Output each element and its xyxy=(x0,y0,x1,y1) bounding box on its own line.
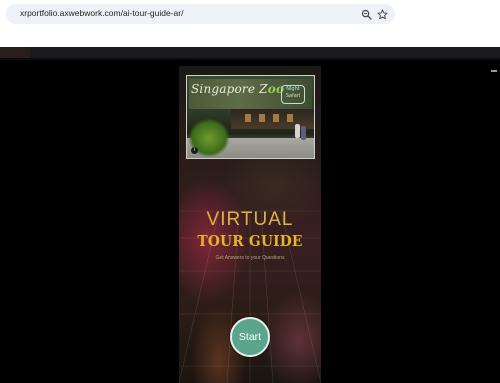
title-tour-guide: TOUR GUIDE xyxy=(197,232,303,250)
photo-window xyxy=(259,114,265,122)
star-icon[interactable] xyxy=(375,7,389,21)
browser-chrome: xrportfolio.axwebwork.com/ai-tour-guide-… xyxy=(0,0,500,47)
url-text[interactable]: xrportfolio.axwebwork.com/ai-tour-guide-… xyxy=(20,8,183,18)
photo-window xyxy=(245,114,251,122)
app-viewport: Singapore Zoo Night Safari i VIRTUAL TOUR… xyxy=(179,66,321,383)
photo-person xyxy=(301,126,306,140)
photo-window xyxy=(273,114,279,122)
minimize-icon[interactable] xyxy=(491,70,497,72)
photo-person xyxy=(295,124,300,138)
photo-info-icon[interactable]: i xyxy=(191,147,198,154)
address-bar[interactable]: xrportfolio.axwebwork.com/ai-tour-guide-… xyxy=(6,4,395,24)
page-header-bar xyxy=(0,47,500,60)
photo-window xyxy=(287,114,293,122)
title-virtual: VIRTUAL xyxy=(206,209,294,230)
subtitle: Get Answers to your Questions xyxy=(215,255,285,261)
zoo-photo: Singapore Zoo Night Safari i xyxy=(186,75,315,159)
zoom-icon[interactable] xyxy=(359,7,373,21)
photo-logo-text: Singapore Zoo xyxy=(191,82,285,96)
start-button[interactable]: Start xyxy=(230,317,270,357)
photo-badge: Night Safari xyxy=(281,85,305,104)
start-button-label: Start xyxy=(238,331,262,343)
